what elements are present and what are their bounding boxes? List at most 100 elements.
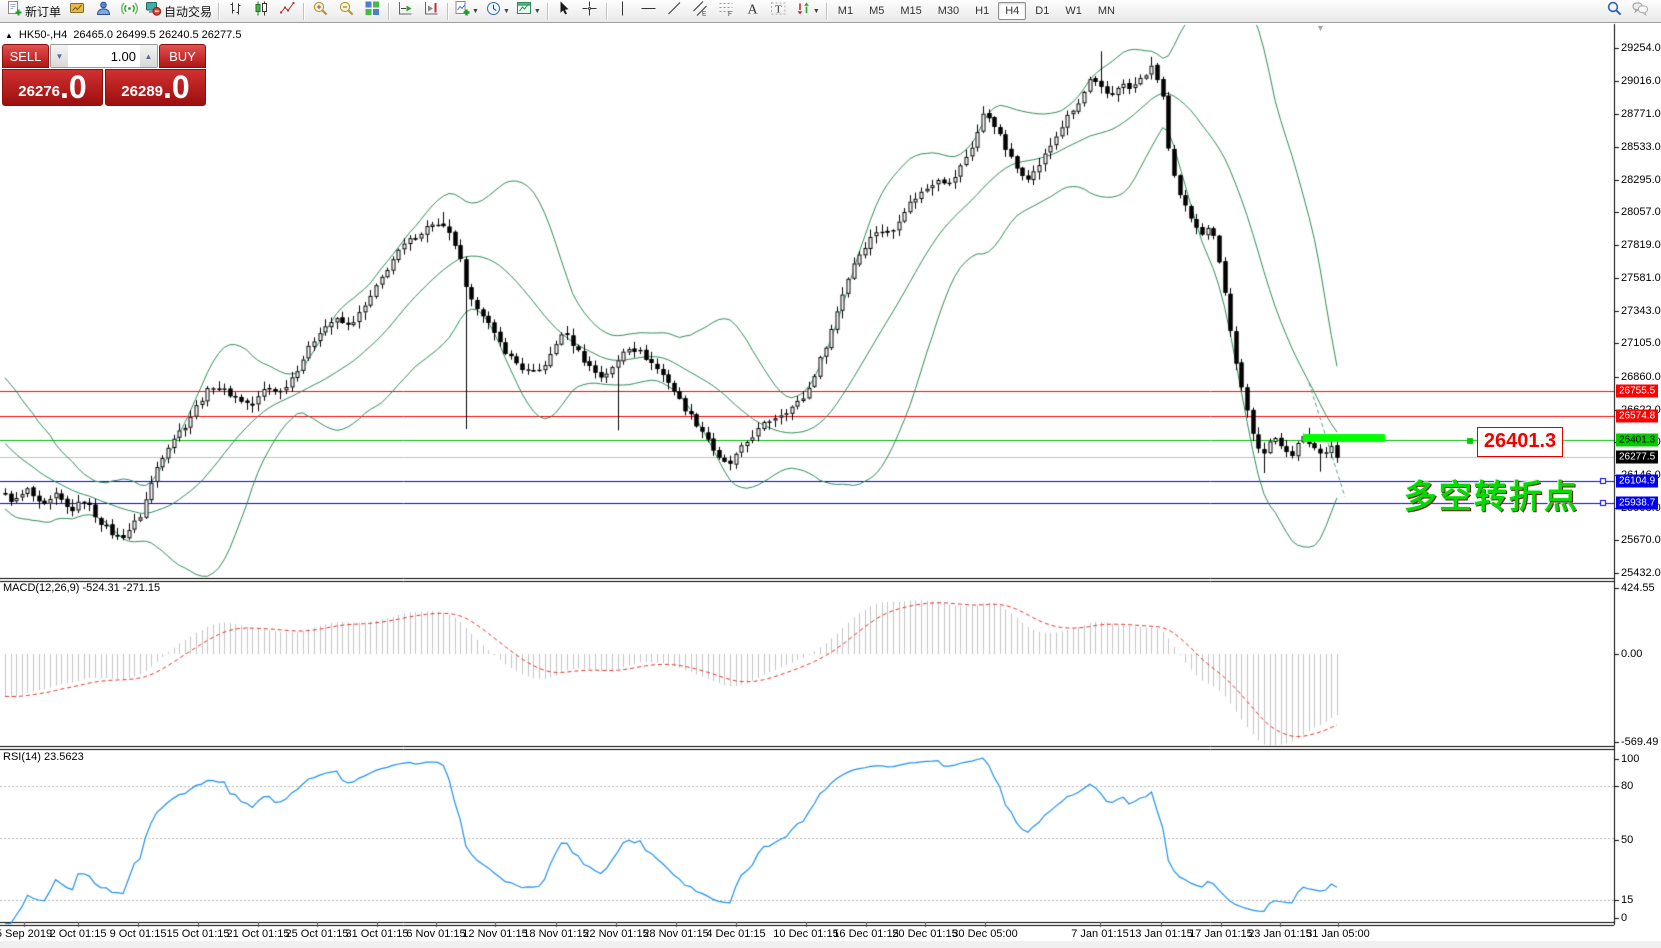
window-bottom-strip (0, 941, 1661, 948)
buy-price-main: 26289 (121, 83, 164, 100)
chart-window-icon (69, 0, 86, 22)
turning-point-annotation[interactable]: 多空转折点 (1404, 470, 1579, 518)
autotrade-button[interactable]: 自动交易 (142, 0, 215, 22)
fibonacci-icon: F (718, 0, 735, 22)
svg-text:E: E (702, 11, 707, 18)
chevron-down-icon[interactable]: ▼ (503, 8, 510, 15)
tile-windows-button[interactable] (359, 0, 385, 22)
price-tick-label: 28533.0 (1621, 141, 1661, 154)
volume-stepper: ▼ 1.00 ▲ (50, 44, 158, 68)
indicators-button[interactable]: ▼ (451, 0, 482, 22)
main-toolbar: 新订单 自动交易 ▼ ▼ ▼ E F A T ▼ M1 M5 M15 M30 H1 H4 D1 W1 MN (0, 0, 1661, 23)
timeframe-M15[interactable]: M15 (893, 2, 928, 20)
zoom-in-button[interactable] (307, 0, 333, 22)
time-tick-label: 2 Oct 01:15 (49, 928, 107, 940)
navigator-button[interactable] (90, 0, 116, 22)
time-tick-label: 31 Jan 05:00 (1306, 928, 1370, 940)
time-tick-label: 22 Nov 01:15 (583, 928, 649, 940)
timeframe-M5[interactable]: M5 (862, 2, 891, 20)
volume-field[interactable]: 1.00 (68, 45, 140, 67)
search-button[interactable] (1601, 0, 1627, 22)
time-tick-label: 10 Dec 01:15 (773, 928, 839, 940)
autotrade-icon (145, 0, 162, 22)
zoom-out-button[interactable] (333, 0, 359, 22)
price-chip: 26574.8 (1616, 409, 1659, 423)
chevron-down-icon[interactable]: ▼ (813, 8, 820, 15)
periods-button[interactable]: ▼ (482, 0, 513, 22)
chart-shift-marker-icon[interactable]: ▼ (1316, 23, 1325, 33)
indicator-tick-label: 424.55 (1621, 582, 1655, 594)
price-tick-label: 25670.0 (1621, 534, 1661, 547)
autoscroll-button[interactable] (392, 0, 418, 22)
terminal-window: { "toolbar": { "groups": [ [ {"icon":"ne… (0, 0, 1661, 948)
price-tick-label: 27105.0 (1621, 337, 1661, 350)
price-tick-label: 28295.0 (1621, 173, 1661, 186)
templates-icon (516, 0, 533, 22)
price-chip: 26401.3 (1616, 433, 1659, 447)
timeframe-H1[interactable]: H1 (968, 2, 996, 20)
sell-button[interactable]: SELL (2, 44, 49, 68)
timeframe-MN[interactable]: MN (1091, 2, 1122, 20)
text-button[interactable]: A (740, 0, 766, 22)
trendline-button[interactable] (662, 0, 688, 22)
chart-shift-button[interactable] (418, 0, 444, 22)
chevron-down-icon[interactable]: ▼ (472, 8, 479, 15)
symbol-info: ▲ HK50-,H4 26465.0 26499.5 26240.5 26277… (5, 29, 241, 41)
zoom-in-icon (312, 0, 329, 22)
time-tick-label: 20 Dec 01:15 (892, 928, 958, 940)
toolbar-right-icons (1601, 0, 1653, 22)
chat-button[interactable] (1627, 0, 1653, 22)
crosshair-button[interactable] (577, 0, 603, 22)
price-chip: 26104.9 (1616, 474, 1659, 488)
ohlc-bars-button[interactable] (222, 0, 248, 22)
sell-price-pips: .0 (60, 69, 87, 105)
volume-down-button[interactable]: ▼ (51, 45, 68, 67)
sell-price-button[interactable]: 26276 .0 (2, 69, 103, 106)
line-chart-button[interactable] (274, 0, 300, 22)
label-button[interactable]: T (766, 0, 792, 22)
indicator-tick-label: 80 (1621, 780, 1634, 792)
rsi-label: RSI(14) 23.5623 (3, 751, 84, 763)
templates-button[interactable]: ▼ (513, 0, 544, 22)
candlestick-icon (253, 0, 270, 22)
price-tick-label: 27581.0 (1621, 271, 1661, 284)
indicator-tick-label: 50 (1621, 834, 1634, 846)
timeframe-M1[interactable]: M1 (831, 2, 860, 20)
cursor-button[interactable] (551, 0, 577, 22)
signals-button[interactable] (116, 0, 142, 22)
buy-price-pips: .0 (163, 69, 190, 105)
zoom-out-icon (338, 0, 355, 22)
new-order-button[interactable]: 新订单 (3, 0, 64, 22)
price-tick-label: 25432.0 (1621, 567, 1661, 579)
navigator-icon (95, 0, 112, 22)
price-tick-label: 27343.0 (1621, 304, 1661, 317)
buy-price-button[interactable]: 26289 .0 (105, 69, 206, 106)
timeframe-D1[interactable]: D1 (1028, 2, 1056, 20)
price-annotation-box[interactable]: 26401.3 (1477, 427, 1563, 457)
svg-text:T: T (775, 4, 782, 16)
toolbar-separator (447, 2, 449, 20)
candlestick-button[interactable] (248, 0, 274, 22)
symbol-marker-icon: ▲ (5, 30, 13, 40)
vertical-line-button[interactable] (610, 0, 636, 22)
shapes-button[interactable]: ▼ (792, 0, 823, 22)
fibonacci-button[interactable]: F (714, 0, 740, 22)
one-click-trade-panel: SELL ▼ 1.00 ▲ BUY 26276 .0 26289 .0 (2, 44, 206, 106)
time-tick-label: 30 Dec 05:00 (952, 928, 1018, 940)
buy-button[interactable]: BUY (159, 44, 206, 68)
toolbar-separator (546, 2, 548, 20)
timeframe-H4[interactable]: H4 (998, 2, 1027, 20)
volume-up-button[interactable]: ▲ (140, 45, 157, 67)
chevron-down-icon[interactable]: ▼ (534, 8, 541, 15)
channel-icon: E (692, 0, 709, 22)
indicator-tick-label: 0 (1621, 912, 1628, 924)
timeframe-M30[interactable]: M30 (931, 2, 966, 20)
timeframe-W1[interactable]: W1 (1058, 2, 1089, 20)
channel-button[interactable]: E (688, 0, 714, 22)
time-tick-label: 6 Nov 01:15 (406, 928, 466, 940)
chart-window-button[interactable] (64, 0, 90, 22)
horizontal-line-button[interactable] (636, 0, 662, 22)
toolbar-separator (605, 2, 607, 20)
time-tick-label: 7 Jan 01:15 (1071, 928, 1129, 940)
time-tick-label: 5 Sep 2019 (0, 928, 53, 940)
